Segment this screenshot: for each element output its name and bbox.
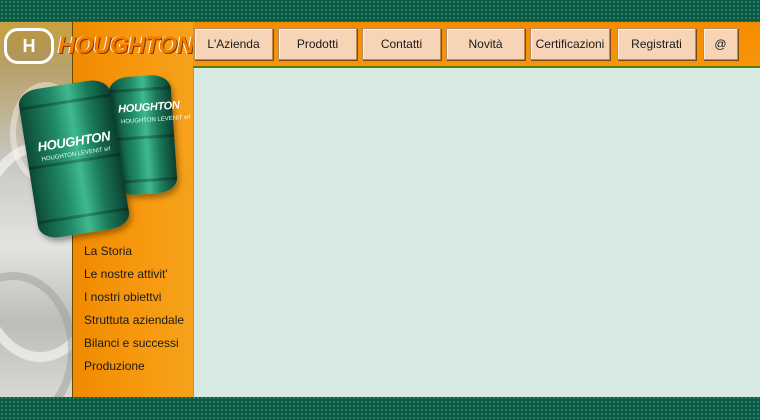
tab-registrati[interactable]: Registrati [617, 28, 696, 60]
email-link-icon[interactable]: @ [703, 28, 738, 60]
logo-mark-icon: H [4, 28, 54, 64]
page-frame: H HOUGHTON HOUGHTON HOUGHTON LEVENIT srl… [0, 22, 760, 397]
leftnav-item-struttura[interactable]: Struttuta aziendale [84, 313, 184, 327]
main-content [193, 68, 760, 397]
leftnav-item-attivita[interactable]: Le nostre attivit' [84, 267, 168, 281]
houghton-logo[interactable]: H HOUGHTON [4, 28, 193, 64]
leftnav-item-storia[interactable]: La Storia [84, 244, 132, 258]
leftnav-item-bilanci[interactable]: Bilanci e successi [84, 336, 179, 350]
leftnav-item-produzione[interactable]: Produzione [84, 359, 145, 373]
top-nav: L'Azienda Prodotti Contatti Novità Certi… [193, 22, 760, 68]
barrel-label: HOUGHTON [117, 99, 181, 116]
tab-novita[interactable]: Novità [446, 28, 525, 60]
leftnav-item-obiettivi[interactable]: I nostri obiettvi [84, 290, 161, 304]
tab-prodotti[interactable]: Prodotti [278, 28, 357, 60]
tab-azienda[interactable]: L'Azienda [194, 28, 273, 60]
left-nav: La Storia Le nostre attivit' I nostri ob… [84, 243, 184, 381]
tab-certificazioni[interactable]: Certificazioni [530, 28, 610, 60]
left-column: H HOUGHTON HOUGHTON HOUGHTON LEVENIT srl… [0, 22, 193, 397]
logo-text: HOUGHTON [58, 32, 193, 59]
tab-contatti[interactable]: Contatti [362, 28, 441, 60]
